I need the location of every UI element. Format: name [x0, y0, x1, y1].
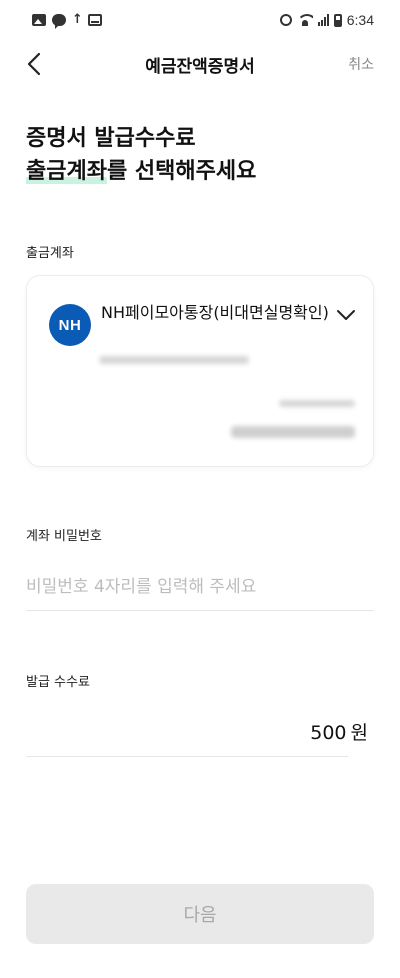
balance-value-redacted [231, 426, 355, 438]
header: 예금잔액증명서 취소 [0, 42, 400, 86]
battery-icon [333, 13, 342, 27]
talk-icon [52, 14, 66, 29]
headline-line-2-rest: 를 선택해주세요 [106, 159, 257, 184]
wifi-icon [296, 14, 313, 26]
headline-highlight: 출금계좌 [26, 159, 107, 184]
alarm-icon [279, 14, 292, 26]
chevron-down-icon[interactable] [335, 304, 357, 326]
status-bar: ↑ 6:34 [0, 0, 400, 42]
clock: 6:34 [346, 12, 374, 28]
password-input[interactable] [26, 570, 374, 604]
balance-label-redacted [279, 400, 355, 407]
password-underline [26, 610, 374, 611]
account-number-redacted [99, 356, 249, 364]
notification-icons: ↑ [32, 12, 102, 29]
headline-line-2: 출금계좌를 선택해주세요 [26, 155, 256, 188]
signal-icon [317, 14, 329, 26]
fee-label: 발급 수수료 [26, 675, 90, 690]
page-title: 예금잔액증명서 [145, 57, 255, 77]
account-select-card[interactable]: NH NH페이모아통장(비대면실명확인) [26, 275, 374, 467]
headline-line-1: 증명서 발급수수료 [26, 126, 196, 151]
bank-logo: NH [49, 304, 91, 346]
cancel-button[interactable]: 취소 [348, 54, 374, 74]
fee-value: 500 원 [310, 718, 368, 745]
headline: 증명서 발급수수료 출금계좌를 선택해주세요 [26, 122, 256, 188]
account-name: NH페이모아통장(비대면실명확인) [101, 303, 329, 322]
fee-underline [26, 756, 348, 757]
upload-icon: ↑ [72, 12, 83, 27]
system-icons: 6:34 [279, 12, 374, 28]
fee-unit: 원 [350, 722, 368, 744]
next-button[interactable]: 다음 [26, 884, 374, 944]
fee-amount: 500 [310, 722, 347, 744]
withdraw-account-label: 출금계좌 [26, 246, 74, 261]
mail-icon [88, 14, 102, 26]
gallery-icon [32, 14, 46, 26]
password-label: 계좌 비밀번호 [26, 529, 102, 544]
